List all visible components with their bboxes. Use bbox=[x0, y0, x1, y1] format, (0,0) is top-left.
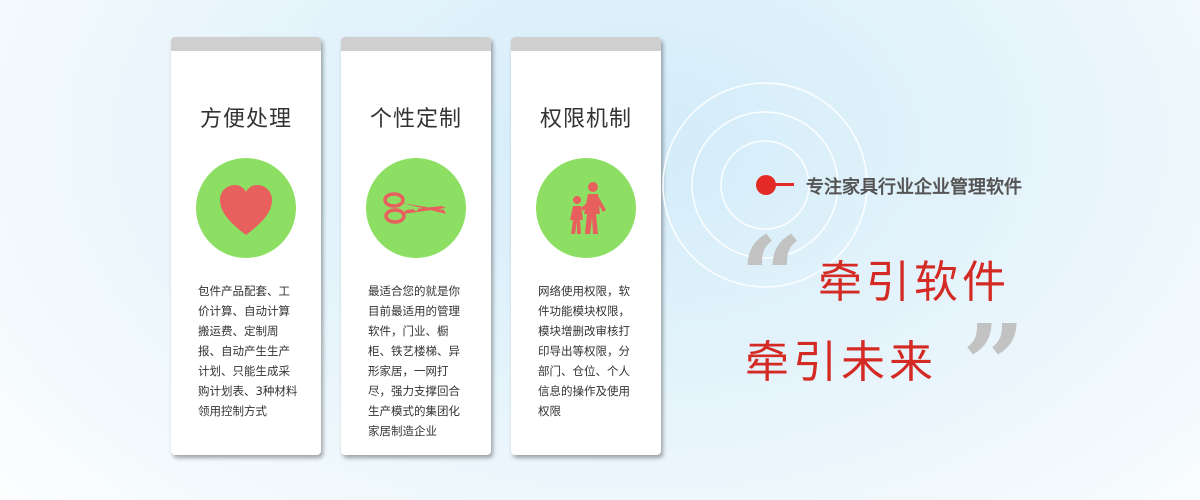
card-description: 网络使用权限，软件功能模块权限，模块增删改审核打印导出等权限，分部门、仓位、个人… bbox=[538, 284, 630, 418]
card-icon-circle bbox=[536, 158, 636, 258]
card-header-bar bbox=[511, 37, 661, 51]
feature-card-permission: 权限机制 网络使用权限，软件功能模块权限，模块增删改审核打印导出等权限，分部门、… bbox=[511, 37, 661, 455]
card-title: 权限机制 bbox=[539, 107, 632, 132]
open-quote-mark: “ bbox=[740, 212, 804, 341]
people-walking-icon bbox=[570, 182, 606, 234]
pin-connector-line bbox=[772, 183, 794, 186]
card-icon-circle bbox=[196, 158, 296, 258]
feature-card-convenient: 方便处理 包件产品配套、工价计算、自动计算搬运费、定制周报、自动产生生产计划、只… bbox=[171, 37, 321, 455]
card-title: 个性定制 bbox=[369, 107, 462, 132]
slogan-line-2: 牵引未来 bbox=[745, 337, 937, 388]
feature-card-custom: 个性定制 最适合您的就是你目前最适用的管理软件，门业、橱柜、铁艺楼梯、异形家居，… bbox=[341, 37, 491, 455]
card-description: 最适合您的就是你目前最适用的管理软件，门业、橱柜、铁艺楼梯、异形家居，一网打尽，… bbox=[368, 284, 460, 438]
card-header-bar bbox=[171, 37, 321, 51]
heart-icon bbox=[220, 185, 272, 235]
tagline: 专注家具行业企业管理软件 bbox=[806, 177, 1022, 198]
card-title: 方便处理 bbox=[199, 107, 292, 132]
card-icon-circle bbox=[366, 158, 466, 258]
card-header-bar bbox=[341, 37, 491, 51]
close-quote-mark: ” bbox=[962, 300, 1026, 429]
card-description: 包件产品配套、工价计算、自动计算搬运费、定制周报、自动产生生产计划、只能生成采购… bbox=[198, 284, 298, 418]
scissors-icon bbox=[383, 192, 446, 224]
